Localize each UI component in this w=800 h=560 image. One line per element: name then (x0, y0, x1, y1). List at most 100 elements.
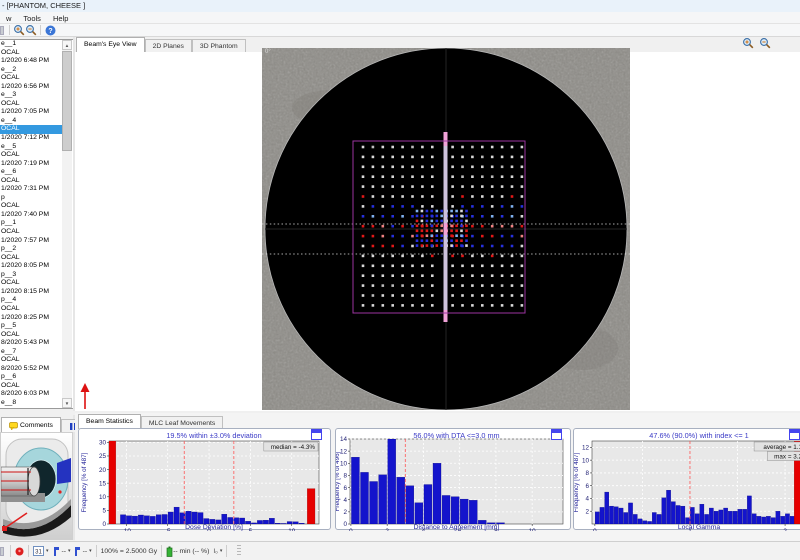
tab-2d-planes[interactable]: 2D Planes (145, 39, 192, 52)
plan-list-item[interactable]: 8/2020 6:03 PM (0, 390, 62, 399)
plan-list-item[interactable]: e__2 (0, 66, 62, 75)
plan-list-item[interactable]: OCAL (0, 254, 62, 263)
layer-icon: 31 (33, 546, 44, 556)
plan-list-item[interactable]: p__2 (0, 245, 62, 254)
svg-text:10: 10 (582, 457, 590, 464)
svg-text:Local Gamma: Local Gamma (678, 524, 721, 531)
plan-list-item[interactable]: 1/2020 7:19 PM (0, 160, 62, 169)
scrollbar-thumb[interactable] (62, 51, 72, 151)
zoom-out-icon[interactable] (759, 37, 771, 49)
plan-list-item[interactable]: 1/2020 7:40 PM (0, 211, 62, 220)
zoom-in-icon[interactable] (13, 24, 25, 36)
tab-beam-statistics[interactable]: Beam Statistics (78, 414, 141, 429)
plan-list-item[interactable]: e__3 (0, 91, 62, 100)
orientation-arrow-icon (79, 383, 91, 410)
plan-list-item[interactable]: OCAL (0, 100, 62, 109)
plan-list-item[interactable]: 1/2020 7:57 PM (0, 237, 62, 246)
plan-list-item[interactable]: p__1 (0, 219, 62, 228)
measurement-value: -- (83, 548, 88, 555)
svg-text:4: 4 (343, 497, 347, 504)
plan-list-item[interactable]: OCAL (0, 202, 62, 211)
plan-list-item[interactable]: OCAL (0, 382, 62, 391)
plan-list-scrollbar[interactable]: ▲ ▼ (62, 40, 72, 408)
plan-list-item[interactable]: 1/2020 8:25 PM (0, 314, 62, 323)
scroll-down-icon[interactable]: ▼ (62, 398, 72, 408)
plan-list-item[interactable]: OCAL (0, 331, 62, 340)
svg-text:0: 0 (102, 521, 106, 528)
svg-text:0: 0 (349, 528, 353, 531)
svg-text:6: 6 (585, 483, 589, 490)
plan-list-item[interactable]: 8/2020 5:43 PM (0, 339, 62, 348)
reference-selector[interactable]: -- ▾ (53, 547, 71, 556)
maximize-chart-icon[interactable] (551, 429, 562, 440)
plan-list-item[interactable]: OCAL (0, 125, 62, 134)
layer-selector[interactable]: 31 ▾ (33, 546, 49, 556)
plan-list-item[interactable]: OCAL (0, 228, 62, 237)
gantry-angle-label: 0° (265, 49, 271, 55)
plan-list-item[interactable]: e__8 (0, 399, 62, 408)
plan-list-item[interactable]: OCAL (0, 305, 62, 314)
menu-item-view[interactable]: w (0, 12, 17, 24)
plan-list[interactable]: e__1OCAL1/2020 6:48 PMe__2OCAL1/2020 6:5… (0, 40, 62, 408)
comments-tab-label: Comments (20, 421, 53, 430)
status-separator (226, 545, 227, 557)
plan-list-item[interactable]: e__4 (0, 117, 62, 126)
zoom-in-icon[interactable] (742, 37, 754, 49)
tab-comments[interactable]: Comments (1, 417, 61, 432)
plan-list-item[interactable]: p__3 (0, 271, 62, 280)
plan-list-item[interactable]: e__5 (0, 143, 62, 152)
histogram-local-gamma: 47.6% (90.0%) with index <= 101224681012… (573, 428, 800, 530)
plan-list-item[interactable]: OCAL (0, 74, 62, 83)
measurement-selector[interactable]: -- ▾ (74, 547, 92, 556)
alert-icon[interactable] (15, 547, 24, 556)
plan-list-item[interactable]: 1/2020 7:12 PM (0, 134, 62, 143)
plan-list-item[interactable]: p (0, 194, 62, 203)
clipped-icon (0, 547, 4, 556)
plan-list-item[interactable]: 1/2020 7:05 PM (0, 108, 62, 117)
zoom-out-icon[interactable] (25, 24, 37, 36)
plan-list-item[interactable]: p__4 (0, 296, 62, 305)
plan-list-item[interactable]: 8/2020 5:52 PM (0, 365, 62, 374)
plan-list-item[interactable]: 1/2020 6:48 PM (0, 57, 62, 66)
plan-list-item[interactable]: 1/2020 7:31 PM (0, 185, 62, 194)
svg-text:average = 1.1: average = 1.1 (763, 444, 800, 451)
window-title: - [PHANTOM, CHEESE ] (2, 1, 85, 10)
display-mode-selector[interactable]: I₀ ▾ (213, 548, 222, 555)
svg-text:?: ? (48, 28, 52, 35)
svg-text:2: 2 (783, 528, 787, 531)
plan-list-item[interactable]: OCAL (0, 49, 62, 58)
svg-text:5: 5 (102, 508, 106, 515)
tab-beams-eye-view[interactable]: Beam's Eye View (76, 37, 145, 52)
tab-3d-phantom[interactable]: 3D Phantom (192, 39, 246, 52)
menu-item-tools[interactable]: Tools (17, 12, 47, 24)
plan-list-item[interactable]: p__6 (0, 373, 62, 382)
plan-list-item[interactable]: OCAL (0, 279, 62, 288)
plan-list-item[interactable]: OCAL (0, 177, 62, 186)
help-icon[interactable]: ? (44, 24, 56, 36)
svg-text:5: 5 (249, 528, 253, 531)
normalization-value[interactable]: 100% = 2.5000 Gy (101, 548, 158, 555)
plan-list-item[interactable]: e__6 (0, 168, 62, 177)
svg-text:-5: -5 (165, 528, 171, 531)
plan-list-item[interactable]: 1/2020 8:05 PM (0, 262, 62, 271)
flag-icon (74, 547, 81, 556)
svg-text:median = -4.3%: median = -4.3% (271, 444, 316, 451)
svg-text:0: 0 (343, 521, 347, 528)
plan-list-item[interactable]: OCAL (0, 356, 62, 365)
histogram-dose-deviation: 19.5% within ±3.0% deviation-10-50510051… (78, 428, 331, 530)
histogram-svg: 19.5% within ±3.0% deviation-10-50510051… (79, 429, 332, 531)
statusbar-grip[interactable] (237, 545, 241, 557)
status-separator (28, 545, 29, 557)
plan-list-item[interactable]: 1/2020 8:15 PM (0, 288, 62, 297)
plan-list-item[interactable]: 1/2020 6:56 PM (0, 83, 62, 92)
svg-text:Distance to Agreement [mm]: Distance to Agreement [mm] (414, 524, 500, 531)
menu-item-help[interactable]: Help (47, 12, 74, 24)
plan-list-item[interactable]: e__7 (0, 348, 62, 357)
plan-list-item[interactable]: p__5 (0, 322, 62, 331)
maximize-chart-icon[interactable] (789, 429, 800, 440)
maximize-chart-icon[interactable] (311, 429, 322, 440)
plan-list-item[interactable]: e__1 (0, 40, 62, 49)
plan-list-item[interactable]: OCAL (0, 151, 62, 160)
scroll-up-icon[interactable]: ▲ (62, 40, 72, 50)
status-separator (161, 545, 162, 557)
